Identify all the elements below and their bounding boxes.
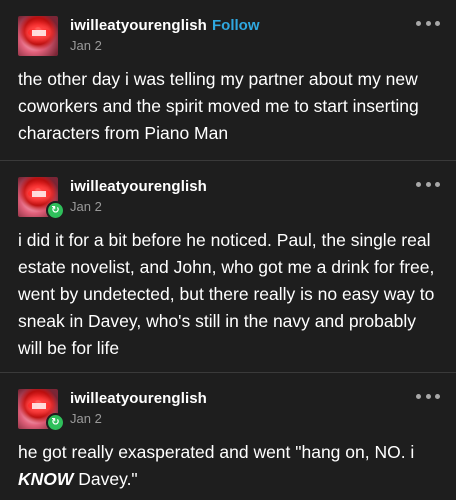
username[interactable]: iwilleatyourenglish [70, 390, 207, 407]
dot [435, 181, 440, 187]
post: ↻ iwilleatyourenglish Jan 2 i did it for… [0, 160, 456, 372]
avatar[interactable] [18, 16, 58, 56]
dot [425, 393, 431, 399]
username[interactable]: iwilleatyourenglish [70, 178, 207, 195]
post-date[interactable]: Jan 2 [70, 38, 102, 53]
post: ↻ iwilleatyourenglish Jan 2 he got reall… [0, 372, 456, 500]
post-body: the other day i was telling my partner a… [18, 69, 419, 143]
follow-button[interactable]: Follow [212, 17, 260, 34]
emphasized-text: KNOW [18, 469, 74, 489]
post-date[interactable]: Jan 2 [70, 199, 102, 214]
dot [435, 393, 440, 399]
post-body: he got really exasperated and went "hang… [18, 439, 438, 493]
more-options-icon[interactable] [416, 390, 440, 402]
post: iwilleatyourenglish Follow Jan 2 the oth… [0, 0, 456, 160]
avatar-glow [32, 191, 46, 197]
more-options-icon[interactable] [416, 178, 440, 190]
dot [425, 181, 431, 187]
post-text: Davey." [73, 469, 138, 489]
dot [435, 20, 440, 26]
post-date[interactable]: Jan 2 [70, 411, 102, 426]
reblog-icon: ↻ [46, 201, 65, 220]
dot [416, 20, 421, 26]
avatar-glow [32, 403, 46, 409]
dot [425, 20, 431, 26]
more-options-icon[interactable] [416, 17, 440, 29]
dot [416, 393, 421, 399]
reblog-icon: ↻ [46, 413, 65, 432]
avatar-glow [32, 30, 46, 36]
dot [416, 181, 421, 187]
post-text: he got really exasperated and went "hang… [18, 442, 415, 462]
post-body: i did it for a bit before he noticed. Pa… [18, 230, 435, 358]
username[interactable]: iwilleatyourenglish [70, 17, 207, 34]
